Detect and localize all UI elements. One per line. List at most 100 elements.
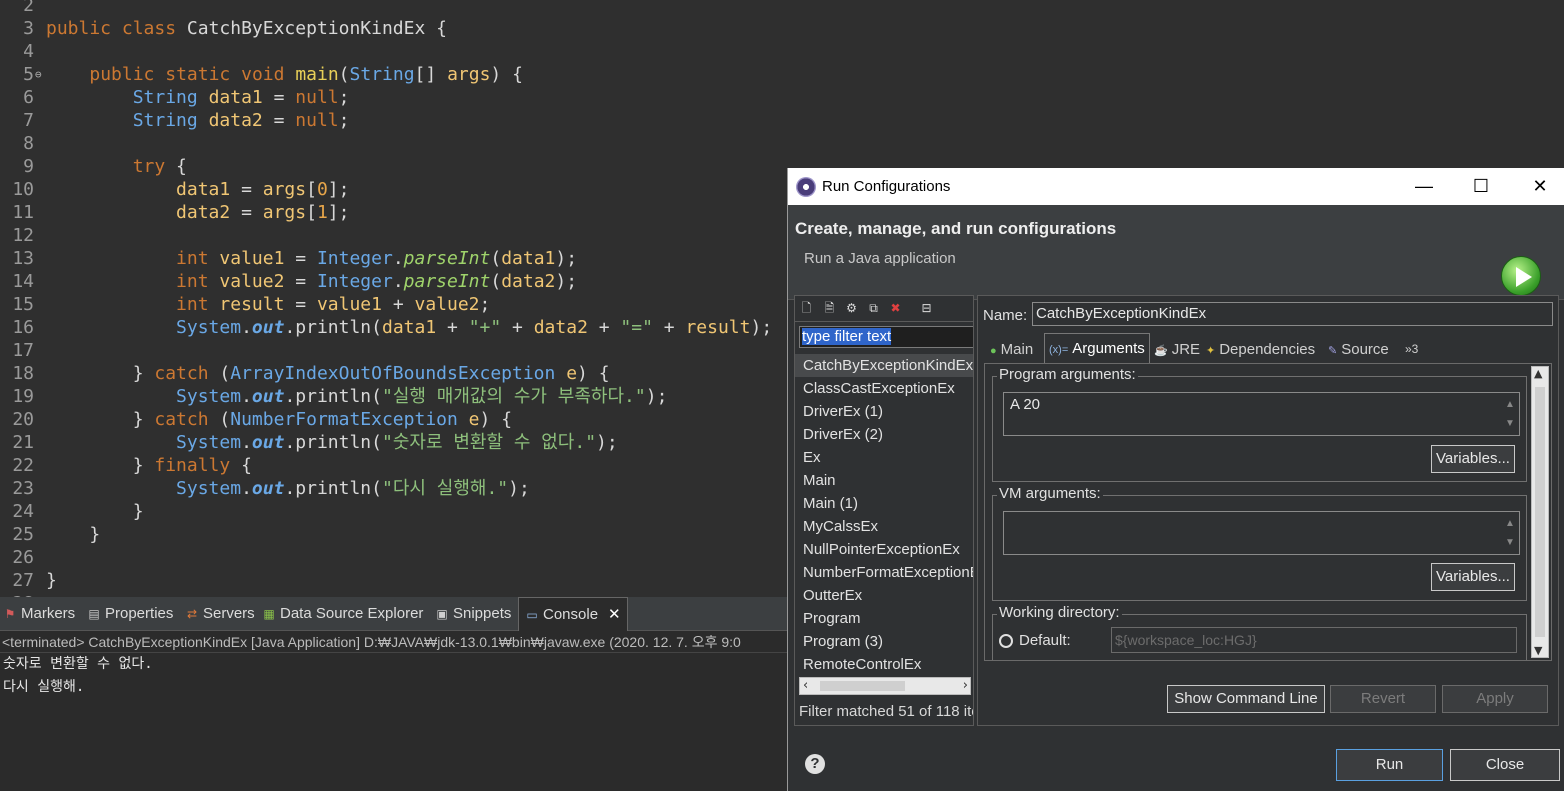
run-button[interactable]: Run <box>1336 749 1443 781</box>
dialog-header-subtitle: Run a Java application <box>804 250 956 267</box>
code-line[interactable]: 2 <box>0 0 1564 17</box>
vm-arguments-field[interactable]: ▲ ▼ <box>1003 511 1520 555</box>
list-item[interactable]: ClassCastExceptionEx <box>795 377 973 400</box>
list-item[interactable]: DriverEx (1) <box>795 400 973 423</box>
revert-button[interactable]: Revert <box>1330 685 1436 713</box>
tab-arguments[interactable]: (x)= Arguments <box>1044 333 1150 363</box>
scroll-up-icon[interactable]: ▲ <box>1534 367 1542 380</box>
list-item[interactable]: Main <box>795 469 973 492</box>
list-item[interactable]: Main (1) <box>795 492 973 515</box>
tab-markers[interactable]: ⚑ Markers <box>3 597 76 631</box>
data-source-icon: ▦ <box>263 607 275 621</box>
tab-arguments-label: Arguments <box>1072 340 1145 357</box>
tab-servers[interactable]: ⇄ Servers <box>185 597 255 631</box>
code-line[interactable]: 5 ⊖ public static void main(String[] args… <box>0 63 1564 86</box>
tab-overflow[interactable]: »3 <box>1401 336 1422 363</box>
program-arguments-field[interactable]: A 20 ▲ ▼ <box>1003 392 1520 436</box>
scroll-left-icon[interactable]: ‹ <box>803 678 808 694</box>
program-variables-button[interactable]: Variables... <box>1431 445 1515 473</box>
code-line[interactable]: 8 <box>0 132 1564 155</box>
apply-button[interactable]: Apply <box>1442 685 1548 713</box>
name-field[interactable]: CatchByExceptionKindEx <box>1032 302 1553 326</box>
help-icon[interactable]: ? <box>805 754 825 774</box>
code-text: public class CatchByExceptionKindEx { <box>46 18 447 39</box>
config-tabs: ● Main (x)= Arguments ☕ JRE ✦ Dependencies ✎… <box>984 333 1552 363</box>
close-dialog-button[interactable]: Close <box>1450 749 1560 781</box>
scroll-thumb[interactable] <box>820 681 905 691</box>
fold-icon[interactable]: ⊖ <box>35 63 42 86</box>
scroll-thumb[interactable] <box>1535 387 1545 637</box>
tab-source[interactable]: ✎ Source <box>1324 336 1393 363</box>
code-text: System.out.println("실행 매개값의 수가 부족하다."); <box>176 386 668 407</box>
line-number: 4 <box>23 41 34 62</box>
delete-icon[interactable]: ✖ <box>888 301 903 316</box>
tab-console[interactable]: ▭ Console ✕ <box>518 597 628 631</box>
line-number: 23 <box>12 478 34 499</box>
tab-properties[interactable]: ▤ Properties <box>87 597 173 631</box>
list-item[interactable]: CatchByExceptionKindEx <box>795 354 973 377</box>
tab-console-label: Console <box>543 605 599 623</box>
code-line[interactable]: 7 String data2 = null; <box>0 109 1564 132</box>
list-item[interactable]: Program (3) <box>795 630 973 653</box>
tab-main[interactable]: ● Main <box>986 336 1037 363</box>
textarea-scroll-icon[interactable]: ▲ ▼ <box>1503 514 1517 552</box>
working-directory-field[interactable]: ${workspace_loc:HGJ} <box>1111 627 1517 653</box>
tab-data-source-label: Data Source Explorer <box>280 605 424 622</box>
close-icon[interactable]: ✕ <box>608 598 621 632</box>
tab-dependencies[interactable]: ✦ Dependencies <box>1202 336 1319 363</box>
arguments-tab-content: Program arguments: A 20 ▲ ▼ Variables... … <box>984 363 1552 661</box>
maximize-button[interactable]: ☐ <box>1470 175 1492 197</box>
code-line[interactable]: 4 <box>0 40 1564 63</box>
textarea-scroll-icon[interactable]: ▲ ▼ <box>1503 395 1517 433</box>
configuration-detail-pane: Name: CatchByExceptionKindEx ● Main (x)= A… <box>977 295 1559 726</box>
line-number: 18 <box>12 363 34 384</box>
scroll-down-icon[interactable]: ▼ <box>1534 644 1542 657</box>
line-number: 26 <box>12 547 34 568</box>
list-item[interactable]: DriverEx (2) <box>795 423 973 446</box>
export-icon[interactable]: ⚙ <box>844 301 859 316</box>
line-number: 6 <box>23 87 34 108</box>
filter-placeholder: type filter text <box>802 328 892 345</box>
arguments-tab-icon: (x)= <box>1049 344 1069 356</box>
code-text: } <box>46 501 144 522</box>
code-text: String data1 = null; <box>132 87 350 108</box>
show-command-line-button[interactable]: Show Command Line <box>1167 685 1325 713</box>
tab-properties-label: Properties <box>105 605 174 622</box>
list-item[interactable]: NumberFormatExceptionEx <box>795 561 973 584</box>
tab-snippets[interactable]: ▣ Snippets <box>435 597 511 631</box>
snippets-icon: ▣ <box>436 607 448 621</box>
minimize-button[interactable]: — <box>1413 175 1435 197</box>
dialog-titlebar[interactable]: Run Configurations — ☐ ✕ <box>788 168 1564 205</box>
list-item[interactable]: OutterEx <box>795 584 973 607</box>
line-number: 16 <box>12 317 34 338</box>
duplicate-icon[interactable]: ⧉ <box>866 301 881 316</box>
code-text: } <box>46 524 101 545</box>
console-output-line: 다시 실행해. <box>3 679 85 695</box>
servers-icon: ⇄ <box>186 607 198 621</box>
vertical-scrollbar[interactable]: ▲ ▼ <box>1531 366 1549 658</box>
new-prototype-icon[interactable]: 🗎 <box>822 301 837 316</box>
list-item[interactable]: Program <box>795 607 973 630</box>
line-number: 21 <box>12 432 34 453</box>
list-item[interactable]: RemoteControlEx <box>795 653 973 676</box>
filter-input[interactable]: type filter text <box>799 326 973 348</box>
horizontal-scrollbar[interactable]: ‹ › <box>799 677 971 695</box>
list-item[interactable]: MyCalssEx <box>795 515 973 538</box>
list-item[interactable]: Ex <box>795 446 973 469</box>
tab-data-source-explorer[interactable]: ▦ Data Source Explorer <box>262 597 423 631</box>
code-text: System.out.println(data1 + "+" + data2 +… <box>176 317 773 338</box>
new-config-icon[interactable]: 🗋 <box>799 301 814 316</box>
main-tab-icon: ● <box>990 345 997 357</box>
tab-jre[interactable]: ☕ JRE <box>1150 336 1204 363</box>
collapse-all-icon[interactable]: ⊟ <box>919 301 934 316</box>
vm-variables-button[interactable]: Variables... <box>1431 563 1515 591</box>
line-number: 9 <box>23 156 34 177</box>
code-line[interactable]: 6 String data1 = null; <box>0 86 1564 109</box>
scroll-right-icon[interactable]: › <box>963 678 968 694</box>
dependencies-tab-icon: ✦ <box>1206 345 1216 357</box>
close-button[interactable]: ✕ <box>1529 175 1551 197</box>
default-radio[interactable] <box>999 634 1013 648</box>
working-directory-group: Working directory: Default: ${workspace_… <box>992 604 1527 660</box>
list-item[interactable]: NullPointerExceptionEx <box>795 538 973 561</box>
code-line[interactable]: 3 public class CatchByExceptionKindEx { <box>0 17 1564 40</box>
